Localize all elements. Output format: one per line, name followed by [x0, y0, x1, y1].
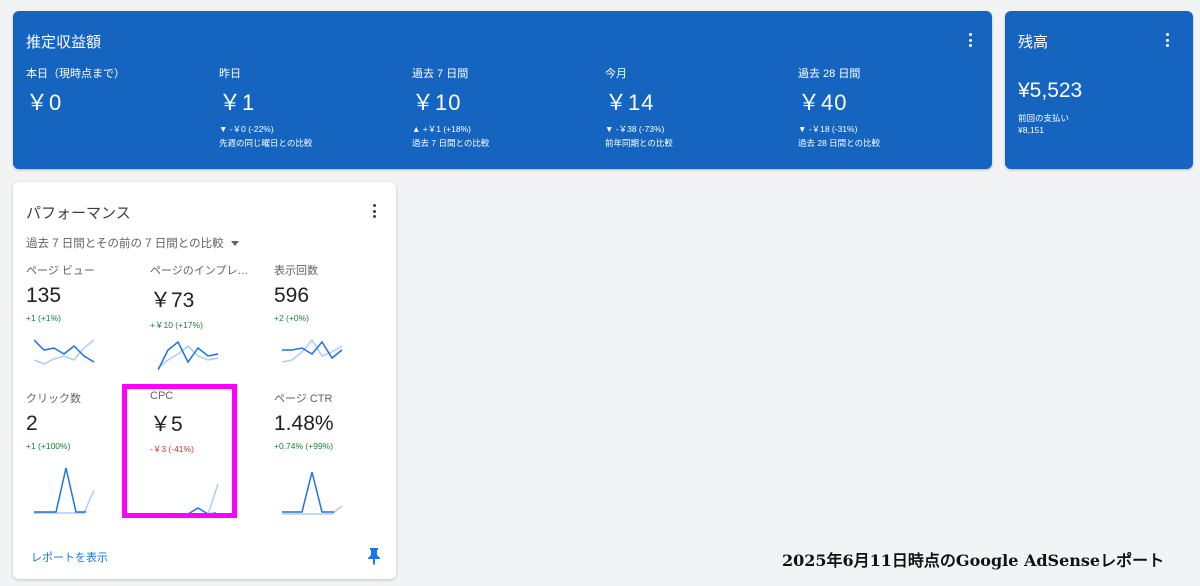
metric-change: +￥10 (+17%) — [150, 320, 203, 330]
metric-change: ▼ -￥18 (-31%) — [798, 124, 858, 134]
metric-value: ￥40 — [798, 90, 848, 115]
earnings-last-28-days: 過去 28 日間 ￥40 ▼ -￥18 (-31%) 過去 28 日間との比較 — [798, 65, 880, 149]
metric-label: 表示回数 — [274, 265, 318, 277]
metric-compare: 先週の同じ曜日との比較 — [219, 138, 313, 148]
metric-label: 今月 — [605, 68, 627, 80]
earnings-today: 本日（現時点まで） ￥0 — [26, 65, 125, 117]
metric-change: +2 (+0%) — [274, 313, 309, 323]
sparkline-page-ctr — [282, 471, 343, 515]
period-selector[interactable]: 過去 7 日間とその前の 7 日間との比較 — [26, 235, 239, 251]
metric-change: ▼ -￥38 (-73%) — [605, 124, 665, 134]
view-report-link[interactable]: レポートを表示 — [31, 549, 108, 565]
metric-value: 135 — [26, 284, 62, 307]
metric-clicks[interactable]: クリック数 2 +1 (+100%) — [26, 390, 144, 514]
earnings-yesterday: 昨日 ￥1 ▼ -￥0 (-22%) 先週の同じ曜日との比較 — [219, 65, 312, 149]
metric-change: ▼ -￥0 (-22%) — [219, 124, 274, 134]
metric-ad-impressions[interactable]: 表示回数 596 +2 (+0%) — [274, 262, 392, 382]
metric-value: ￥73 — [150, 289, 195, 312]
balance-value: ¥5,523 — [1018, 79, 1083, 102]
balance-more-icon[interactable] — [1160, 31, 1174, 49]
metric-change: +1 (+1%) — [26, 313, 61, 323]
metric-compare: 過去 28 日間との比較 — [798, 138, 881, 148]
metric-value: ￥5 — [150, 413, 183, 436]
metric-value: ￥1 — [219, 90, 256, 115]
last-payment-label: 前回の支払い — [1018, 113, 1070, 123]
metric-change: +1 (+100%) — [26, 441, 71, 451]
metric-change: +0.74% (+99%) — [274, 441, 334, 451]
metric-value: ￥10 — [412, 90, 462, 115]
earnings-last-7-days: 過去 7 日間 ￥10 ▲ +￥1 (+18%) 過去 7 日間との比較 — [412, 65, 489, 149]
metric-compare: 前年同期との比較 — [605, 138, 673, 148]
sparkline-page-impressions — [158, 340, 219, 371]
period-label: 過去 7 日間とその前の 7 日間との比較 — [26, 238, 224, 250]
sparkline-cpc — [158, 483, 219, 515]
metric-page-ctr[interactable]: ページ CTR 1.48% +0.74% (+99%) — [274, 390, 392, 515]
metric-label: ページ ビュー — [26, 265, 95, 277]
metric-label: クリック数 — [26, 393, 81, 405]
earnings-this-month: 今月 ￥14 ▼ -￥38 (-73%) 前年同期との比較 — [605, 65, 673, 149]
balance-card: 残高 ¥5,523 前回の支払い ¥8,151 — [1005, 11, 1193, 169]
sparkline-page-views — [34, 339, 95, 365]
metric-label: CPC — [150, 390, 174, 402]
metric-label: ページのインプレ… — [150, 265, 249, 277]
performance-title: パフォーマンス — [26, 205, 131, 222]
report-caption: 2025年6月11日時点のGoogle AdSenseレポート — [782, 551, 1165, 570]
metric-change: -￥3 (-41%) — [150, 444, 194, 454]
estimated-earnings-card: 推定収益額 本日（現時点まで） ￥0 昨日 ￥1 ▼ -￥0 (-22%) 先週… — [13, 11, 992, 169]
metric-label: 昨日 — [219, 68, 241, 80]
metric-change: ▲ +￥1 (+18%) — [412, 124, 471, 134]
earnings-more-icon[interactable] — [963, 31, 977, 49]
pin-icon[interactable] — [367, 547, 381, 565]
metric-label: 過去 28 日間 — [798, 68, 861, 80]
metric-value: ￥14 — [605, 90, 655, 115]
metric-page-impressions[interactable]: ページのインプレ… ￥73 +￥10 (+17%) — [150, 262, 268, 382]
metric-value: 2 — [26, 412, 38, 435]
metric-page-views[interactable]: ページ ビュー 135 +1 (+1%) — [26, 262, 144, 382]
metric-label: ページ CTR — [274, 393, 333, 405]
metric-compare: 過去 7 日間との比較 — [412, 138, 490, 148]
performance-more-icon[interactable] — [367, 202, 381, 220]
performance-card: パフォーマンス 過去 7 日間とその前の 7 日間との比較 ページ ビュー 13… — [13, 182, 396, 579]
sparkline-ad-impressions — [282, 338, 343, 363]
metric-value: ￥0 — [26, 90, 63, 115]
metric-label: 本日（現時点まで） — [26, 68, 125, 80]
estimated-earnings-title: 推定収益額 — [26, 34, 102, 51]
last-payment-value: ¥8,151 — [1018, 125, 1044, 135]
caret-down-icon — [230, 240, 239, 246]
metric-label: 過去 7 日間 — [412, 68, 469, 80]
metric-value: 1.48% — [274, 412, 334, 435]
sparkline-clicks — [34, 467, 95, 514]
metric-value: 596 — [274, 284, 310, 307]
balance-title: 残高 — [1018, 34, 1049, 51]
metric-cpc[interactable]: CPC ￥5 -￥3 (-41%) — [150, 390, 268, 515]
